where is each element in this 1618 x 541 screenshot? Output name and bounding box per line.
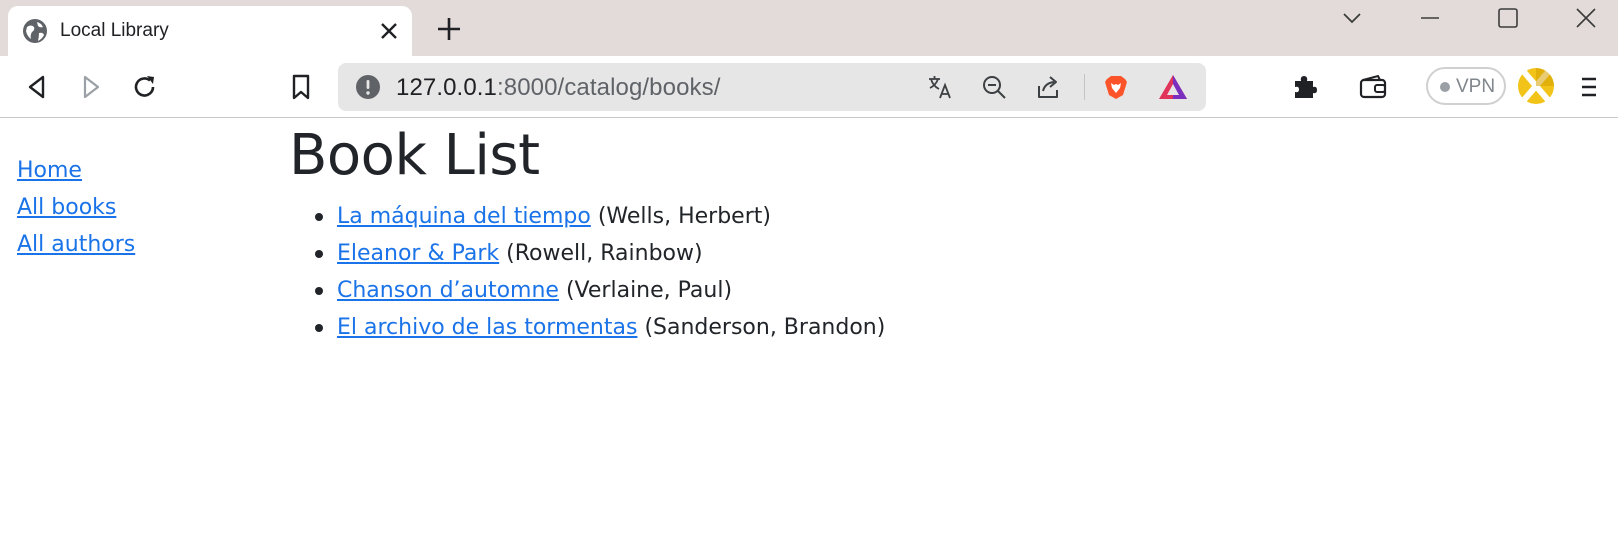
bookmark-icon[interactable] <box>286 72 316 102</box>
omnibox-divider <box>1084 74 1085 100</box>
share-icon[interactable] <box>1034 73 1062 101</box>
tab-search-chevron-down-icon[interactable] <box>1338 4 1366 32</box>
book-title-link[interactable]: La máquina del tiempo <box>337 204 591 229</box>
book-author: (Verlaine, Paul) <box>565 278 733 303</box>
page-title: Book List <box>289 123 540 188</box>
book-list-item: Eleanor & Park (Rowell, Rainbow) <box>289 235 885 272</box>
brave-shields-icon[interactable] <box>1102 73 1130 101</box>
address-bar[interactable]: 127.0.0.1:8000/catalog/books/ <box>338 63 1206 111</box>
url-text[interactable]: 127.0.0.1:8000/catalog/books/ <box>396 74 721 102</box>
book-title-link[interactable]: Chanson d’automne <box>337 278 559 303</box>
profile-avatar-icon[interactable] <box>1516 66 1556 106</box>
globe-icon <box>22 18 48 44</box>
book-list-item: Chanson d’automne (Verlaine, Paul) <box>289 272 885 309</box>
sidebar-link-home[interactable]: Home <box>17 152 135 189</box>
book-author: (Rowell, Rainbow) <box>506 241 703 266</box>
translate-icon[interactable] <box>926 73 954 101</box>
zoom-out-icon[interactable] <box>980 73 1008 101</box>
extensions-puzzle-icon[interactable] <box>1290 72 1320 102</box>
brave-rewards-icon[interactable] <box>1158 73 1187 101</box>
vpn-label: VPN <box>1456 76 1496 97</box>
url-path: :8000/catalog/books/ <box>497 74 721 101</box>
sidebar-nav: Home All books All authors <box>17 152 135 263</box>
sidebar-link-all-authors[interactable]: All authors <box>17 226 135 263</box>
book-author: (Sanderson, Brandon) <box>644 315 886 340</box>
new-tab-icon[interactable] <box>436 16 462 42</box>
main-content: Book List La máquina del tiempo (Wells, … <box>289 120 885 346</box>
close-window-icon[interactable] <box>1572 4 1600 32</box>
forward-icon[interactable] <box>76 72 106 102</box>
reload-icon[interactable] <box>130 72 160 102</box>
vpn-button[interactable]: VPN <box>1426 67 1506 105</box>
menu-icon[interactable] <box>1574 72 1604 102</box>
close-icon[interactable] <box>378 20 400 42</box>
book-list-item: El archivo de las tormentas (Sanderson, … <box>289 309 885 346</box>
site-info-icon[interactable] <box>354 73 382 101</box>
minimize-icon[interactable] <box>1416 4 1444 32</box>
browser-toolbar: 127.0.0.1:8000/catalog/books/ VPN <box>0 56 1618 118</box>
vpn-status-dot <box>1440 82 1450 92</box>
wallet-icon[interactable] <box>1358 72 1388 102</box>
browser-tab[interactable]: Local Library <box>8 6 412 56</box>
book-title-link[interactable]: El archivo de las tormentas <box>337 315 637 340</box>
maximize-icon[interactable] <box>1494 4 1522 32</box>
book-author: (Wells, Herbert) <box>597 204 771 229</box>
back-icon[interactable] <box>22 72 52 102</box>
tab-strip: Local Library <box>0 0 1618 56</box>
book-title-link[interactable]: Eleanor & Park <box>337 241 499 266</box>
book-list: La máquina del tiempo (Wells, Herbert) E… <box>289 198 885 346</box>
tab-title: Local Library <box>60 20 169 41</box>
book-list-item: La máquina del tiempo (Wells, Herbert) <box>289 198 885 235</box>
sidebar-link-all-books[interactable]: All books <box>17 189 135 226</box>
url-host: 127.0.0.1 <box>396 74 497 101</box>
